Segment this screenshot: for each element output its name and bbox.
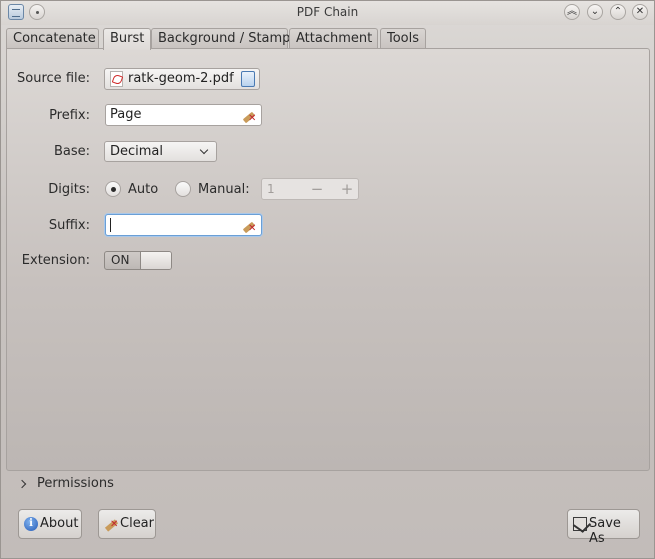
clear-prefix-icon[interactable] bbox=[242, 108, 256, 129]
tab-attachment[interactable]: Attachment bbox=[289, 28, 378, 49]
source-file-button[interactable]: ratk-geom-2.pdf bbox=[104, 68, 260, 90]
suffix-label: Suffix: bbox=[48, 218, 90, 233]
chevron-down-icon bbox=[199, 145, 209, 155]
base-select-value: Decimal bbox=[110, 144, 164, 159]
prefix-value: Page bbox=[110, 107, 142, 122]
about-button-label: About bbox=[40, 516, 79, 531]
chevron-right-icon[interactable] bbox=[17, 479, 27, 489]
app-window: PDF Chain ︽ ⌄ ⌃ ✕ Concatenate Burst Back… bbox=[0, 0, 655, 559]
source-file-name: ratk-geom-2.pdf bbox=[128, 71, 234, 86]
burst-panel bbox=[6, 48, 650, 471]
broom-clear-icon bbox=[104, 517, 118, 531]
extension-label: Extension: bbox=[21, 253, 90, 268]
clear-button[interactable]: Clear bbox=[98, 509, 156, 539]
base-select[interactable]: Decimal bbox=[104, 141, 217, 162]
minimize-icon[interactable]: ⌄ bbox=[587, 4, 603, 20]
extension-switch[interactable]: ON bbox=[104, 251, 172, 270]
close-icon[interactable]: ✕ bbox=[632, 4, 648, 20]
digits-manual-radio[interactable] bbox=[175, 181, 191, 197]
text-caret bbox=[110, 218, 111, 232]
prefix-input[interactable]: Page bbox=[105, 104, 262, 129]
source-file-label: Source file: bbox=[17, 71, 90, 86]
digits-manual-value: 1 bbox=[267, 182, 275, 196]
tab-concatenate[interactable]: Concatenate bbox=[6, 28, 99, 49]
base-label: Base: bbox=[53, 144, 90, 159]
permissions-expander[interactable]: Permissions bbox=[37, 476, 114, 491]
window-title: PDF Chain bbox=[296, 5, 359, 19]
about-button[interactable]: i About bbox=[18, 509, 82, 539]
digits-auto-radio[interactable] bbox=[105, 181, 121, 197]
save-icon bbox=[573, 517, 587, 531]
save-as-button-label: Save As bbox=[589, 516, 621, 546]
tab-burst[interactable]: Burst bbox=[103, 28, 151, 50]
pdf-file-icon bbox=[110, 71, 123, 87]
digits-auto-label: Auto bbox=[128, 182, 159, 197]
maximize-icon[interactable]: ⌃ bbox=[610, 4, 626, 20]
keep-above-icon[interactable]: ︽ bbox=[564, 4, 580, 20]
save-as-button[interactable]: Save As bbox=[567, 509, 640, 546]
tab-tools[interactable]: Tools bbox=[380, 28, 426, 49]
clear-button-label: Clear bbox=[120, 516, 154, 531]
open-file-icon bbox=[241, 71, 255, 87]
increment-icon[interactable]: + bbox=[338, 180, 356, 198]
digits-label: Digits: bbox=[48, 182, 90, 197]
info-icon: i bbox=[24, 517, 38, 531]
clear-suffix-icon[interactable] bbox=[242, 218, 256, 239]
digits-manual-spinner[interactable]: 1 − + bbox=[261, 178, 359, 200]
decrement-icon[interactable]: − bbox=[308, 180, 326, 198]
tab-background-stamp[interactable]: Background / Stamp bbox=[151, 28, 290, 49]
prefix-label: Prefix: bbox=[49, 108, 90, 123]
extension-switch-state: ON bbox=[111, 253, 130, 267]
suffix-input[interactable] bbox=[105, 214, 262, 239]
digits-manual-label: Manual: bbox=[198, 182, 250, 197]
switch-knob[interactable] bbox=[140, 252, 171, 269]
title-bar: PDF Chain ︽ ⌄ ⌃ ✕ bbox=[1, 1, 654, 25]
